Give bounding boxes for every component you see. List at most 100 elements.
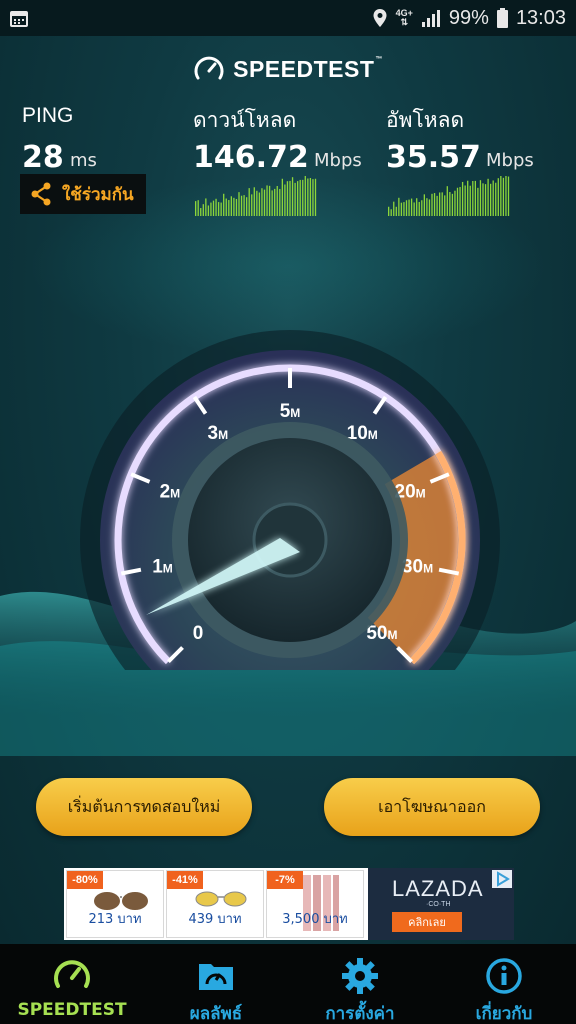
sparkline-bar	[439, 192, 441, 216]
sparkline-bar	[271, 190, 273, 216]
download-label: ดาวน์โหลด	[193, 109, 297, 132]
sparkline-bar	[263, 189, 266, 216]
upload-sparkline	[388, 176, 510, 216]
sparkline-bar	[291, 177, 294, 216]
ad-product-card[interactable]: -7% 3,500 บาท	[266, 870, 364, 938]
remove-ads-button[interactable]: เอาโฆษณาออก	[324, 778, 540, 836]
download-unit: Mbps	[314, 150, 362, 171]
lazada-domain: ·CO·TH	[426, 901, 451, 908]
sparkline-bar	[225, 198, 227, 216]
sparkline-bar	[251, 194, 253, 216]
product-price: 439 บาท	[188, 912, 242, 927]
sparkline-bar	[393, 201, 395, 216]
sparkline-bar	[441, 192, 443, 216]
sparkline-bar	[299, 179, 301, 216]
upload-value: 35.57	[386, 140, 481, 175]
brand-title: SPEEDTEST™	[233, 55, 383, 82]
sparkline-bar	[274, 188, 276, 216]
speed-gauge: 01M2M3M5M10M20M30M50M	[80, 330, 500, 670]
calendar-icon	[10, 11, 28, 27]
clock-time: 13:03	[515, 6, 566, 29]
sparkline-bar	[217, 202, 220, 216]
sparkline-bar	[492, 180, 494, 216]
status-bar: 4G+ ⇅ 99% 13:03	[0, 0, 576, 36]
ping-unit: ms	[70, 150, 97, 171]
nav-item-speedtest[interactable]: SPEEDTEST	[0, 944, 144, 1024]
sparkline-bar	[248, 188, 250, 216]
sparkline-bar	[428, 199, 431, 216]
sparkline-bar	[205, 198, 207, 216]
sparkline-bar	[469, 185, 471, 216]
share-label: ใช้ร่วมกัน	[62, 184, 134, 205]
sparkline-bar	[431, 193, 433, 216]
location-icon	[373, 9, 387, 27]
sparkline-bar	[410, 198, 413, 216]
upload-unit: Mbps	[486, 150, 534, 171]
sparkline-bar	[507, 176, 510, 216]
nav-label: ผลลัพธ์	[189, 1004, 243, 1024]
sparkline-bar	[477, 187, 479, 216]
lazada-ad[interactable]: LAZADA ·CO·TH คลิกเลย	[368, 868, 514, 940]
sparkline-bar	[490, 183, 492, 216]
info-icon	[486, 958, 522, 994]
sparkline-bar	[233, 197, 235, 216]
sparkline-bar	[238, 192, 240, 216]
sparkline-bar	[207, 205, 210, 216]
sparkline-bar	[467, 180, 469, 216]
nav-item-about[interactable]: เกี่ยวกับ	[432, 944, 576, 1024]
sparkline-bar	[408, 199, 410, 216]
ad-product-card[interactable]: -41% 439 บาท	[166, 870, 264, 938]
data-arrows-icon: ⇅	[400, 17, 409, 27]
sparkline-bar	[502, 177, 505, 216]
sparkline-bar	[197, 200, 199, 216]
sparkline-bar	[246, 197, 248, 216]
sparkline-bar	[495, 182, 497, 216]
battery-icon	[496, 8, 508, 28]
sparkline-bar	[314, 178, 317, 216]
sparkline-bar	[479, 180, 482, 216]
sparkline-bar	[210, 202, 212, 216]
sparkline-bar	[276, 185, 278, 216]
sparkline-bar	[261, 188, 263, 216]
sparkline-bar	[459, 186, 461, 216]
sparkline-bar	[418, 201, 420, 216]
sparkline-bar	[258, 192, 261, 216]
battery-percent: 99%	[448, 6, 489, 29]
results-folder-icon	[199, 964, 233, 990]
ad-click-button[interactable]: คลิกเลย	[392, 912, 462, 932]
sparkline-bar	[266, 185, 268, 216]
share-button[interactable]: ใช้ร่วมกัน	[20, 174, 146, 214]
nav-item-settings[interactable]: การตั้งค่า	[288, 944, 432, 1024]
sparkline-bar	[235, 198, 238, 216]
sparkline-bar	[449, 191, 451, 216]
ping-value: 28	[22, 140, 64, 175]
nav-label: การตั้งค่า	[325, 1004, 395, 1024]
sparkline-bar	[444, 195, 446, 216]
ad-product-card[interactable]: -80% 213 บาท	[66, 870, 164, 938]
sparkline-bar	[456, 187, 459, 216]
sparkline-bar	[505, 176, 507, 216]
ad-banner[interactable]: -80% 213 บาท -41% 439 บาท -7% 3,500 บาท …	[64, 868, 514, 940]
signal-icon	[421, 10, 440, 27]
sparkline-bar	[312, 179, 314, 216]
sparkline-bar	[240, 195, 243, 216]
download-sparkline	[195, 176, 317, 216]
product-price: 3,500 บาท	[282, 912, 348, 927]
sparkline-bar	[398, 197, 400, 216]
sparkline-bar	[403, 202, 405, 216]
sparkline-bar	[289, 180, 291, 216]
sparkline-bar	[474, 180, 476, 216]
upload-label: อัพโหลด	[386, 109, 465, 132]
ad-choices-icon[interactable]	[492, 870, 512, 888]
sparkline-bar	[294, 182, 296, 216]
sparkline-bar	[284, 184, 286, 216]
sparkline-bar	[413, 202, 415, 216]
sparkline-bar	[484, 184, 487, 216]
sparkline-bar	[433, 193, 436, 216]
sparkline-bar	[215, 198, 217, 216]
restart-test-button[interactable]: เริ่มต้นการทดสอบใหม่	[36, 778, 252, 836]
nav-item-results[interactable]: ผลลัพธ์	[144, 944, 288, 1024]
sparkline-bar	[304, 176, 306, 216]
sparkline-bar	[421, 200, 423, 216]
sparkline-bar	[202, 204, 204, 216]
